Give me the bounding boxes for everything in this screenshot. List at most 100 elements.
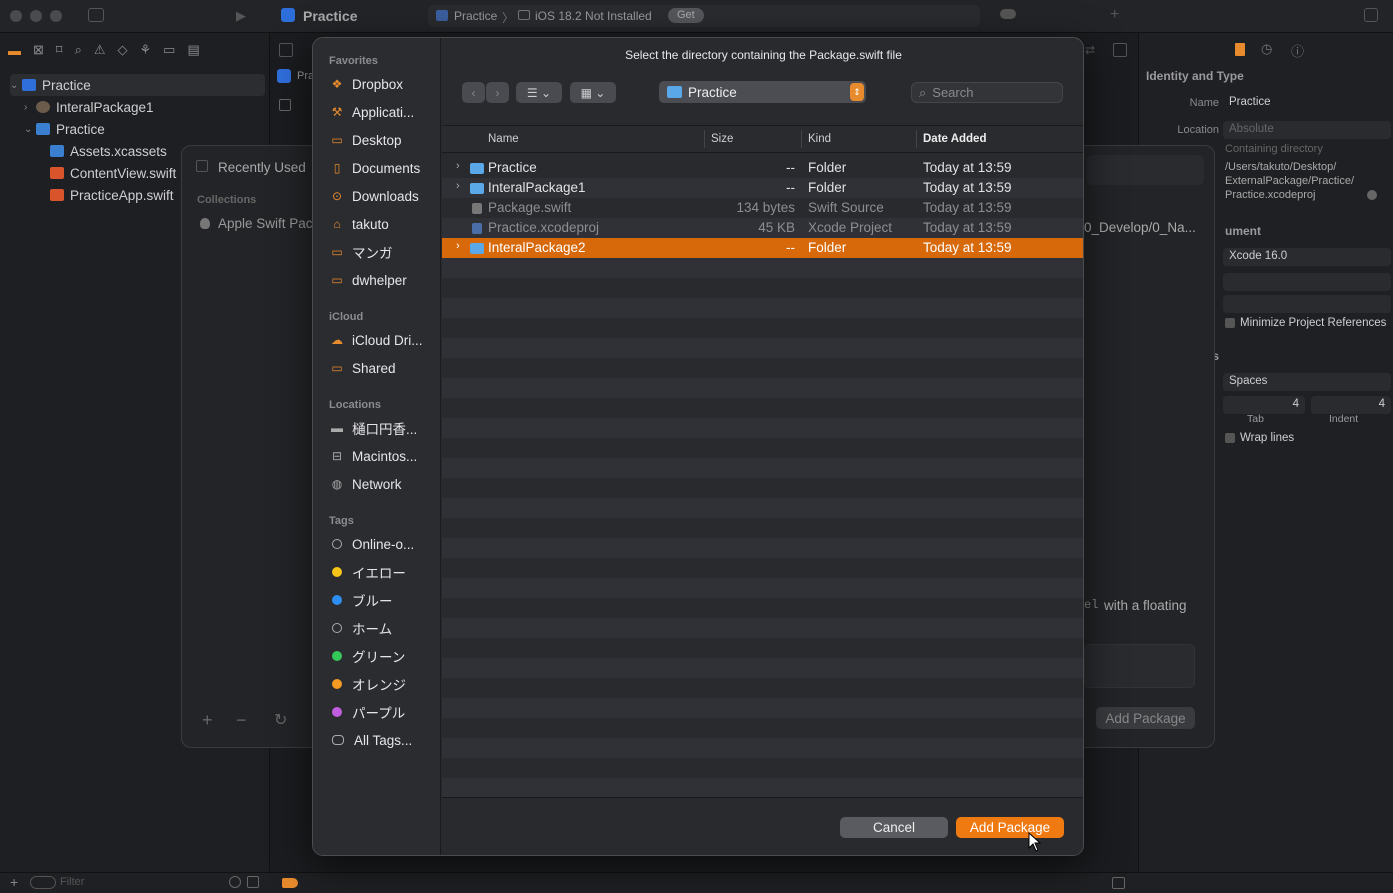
sidebar-tag-green[interactable]: グリーン	[329, 646, 439, 666]
sheet-search[interactable]	[1087, 155, 1204, 185]
sidebar-item-drive[interactable]: ▬ 樋口円香...	[329, 418, 439, 438]
destination-label[interactable]: iOS 18.2 Not Installed	[535, 9, 652, 23]
sidebar-tag-orange[interactable]: オレンジ	[329, 674, 439, 694]
zoom-window-button[interactable]	[50, 10, 62, 22]
sidebar-item-shared[interactable]: ▭ Shared	[329, 358, 439, 378]
file-inspector-icon[interactable]	[1235, 43, 1245, 56]
indent-width-field[interactable]: 4	[1311, 396, 1391, 414]
scheme-label[interactable]: Practice	[454, 9, 497, 23]
chevron-right-icon[interactable]: ›	[456, 240, 460, 252]
wrap-checkbox[interactable]	[1225, 433, 1235, 443]
sidebar-item-manga[interactable]: ▭ マンガ	[329, 242, 439, 262]
list-view-button[interactable]: ☰ ⌄	[516, 82, 562, 103]
sidebar-item-downloads[interactable]: ⊙ Downloads	[329, 186, 439, 206]
chevron-right-icon[interactable]: ›	[456, 160, 460, 172]
source-control-icon[interactable]: ⊠	[33, 42, 44, 58]
sidebar-tag-all[interactable]: All Tags...	[329, 730, 439, 750]
search-icon[interactable]: ⌕	[75, 42, 82, 58]
sidebar-item-icloud-drive[interactable]: ☁ iCloud Dri...	[329, 330, 439, 350]
chevron-right-icon[interactable]: ›	[24, 102, 36, 113]
cancel-button[interactable]: Cancel	[840, 817, 948, 838]
xcode-version-select[interactable]: Xcode 16.0	[1223, 248, 1391, 266]
tab-width-field[interactable]: 4	[1223, 396, 1305, 414]
sidebar-item-desktop[interactable]: ▭ Desktop	[329, 130, 439, 150]
refresh-icon[interactable]: ↻	[274, 710, 287, 730]
chevron-down-icon[interactable]: ⌄	[24, 124, 36, 135]
grid-icon[interactable]	[279, 43, 293, 57]
sidebar-item-documents[interactable]: ▯ Documents	[329, 158, 439, 178]
sidebar-tag-online[interactable]: Online-o...	[329, 534, 439, 554]
activity-view[interactable]: Practice 〉 iOS 18.2 Not Installed Get	[428, 5, 980, 27]
blank-field[interactable]	[1223, 295, 1391, 313]
chevron-down-icon[interactable]: ⌄	[10, 80, 22, 91]
sidebar-item-home[interactable]: ⌂ takuto	[329, 214, 439, 234]
column-size[interactable]: Size	[711, 133, 733, 145]
remove-icon[interactable]: −	[236, 710, 247, 731]
sidebar-item-applications[interactable]: ⚒ Applicati...	[329, 102, 439, 122]
add-package-button[interactable]: Add Package	[956, 817, 1064, 838]
sidebar-toggle-icon[interactable]	[279, 99, 291, 111]
tree-item-project[interactable]: ⌄ Practice	[10, 74, 265, 96]
file-row[interactable]: › InteralPackage1 -- Folder Today at 13:…	[442, 178, 1083, 198]
get-button[interactable]: Get	[668, 8, 704, 23]
sidebar-tag-blue[interactable]: ブルー	[329, 590, 439, 610]
name-field[interactable]: Practice	[1223, 94, 1391, 112]
search-input[interactable]	[932, 85, 1043, 100]
folder-icon[interactable]: ▬	[8, 43, 21, 58]
minimize-checkbox[interactable]	[1225, 318, 1235, 328]
help-icon[interactable]: ⓘ	[1291, 41, 1304, 60]
bookmark-icon[interactable]: ⌑	[56, 42, 63, 58]
sheet-add-package-button[interactable]: Add Package	[1096, 707, 1195, 729]
path-popup[interactable]: Practice ⇕	[659, 81, 866, 103]
split-icon[interactable]: ⇄	[1085, 43, 1099, 57]
filter-icon[interactable]	[30, 876, 56, 889]
chevron-right-icon[interactable]: ›	[456, 180, 460, 192]
add-icon[interactable]: +	[202, 710, 213, 731]
empty-row	[442, 378, 1083, 398]
sidebar-item-network[interactable]: ◍ Network	[329, 474, 439, 494]
debug-icon[interactable]: ⚘	[140, 42, 152, 58]
file-row[interactable]: › Practice -- Folder Today at 13:59	[442, 158, 1083, 178]
run-icon[interactable]: ▶	[236, 8, 246, 24]
tree-item-package[interactable]: › InteralPackage1	[24, 96, 279, 118]
report-icon[interactable]: ▤	[187, 42, 199, 58]
sidebar-item-label: マンガ	[352, 246, 393, 261]
test-icon[interactable]: ◇	[118, 42, 128, 58]
tree-item-folder[interactable]: ⌄ Practice	[24, 118, 279, 140]
search-field[interactable]: ⌕	[911, 82, 1063, 103]
location-select[interactable]: Absolute	[1223, 121, 1391, 139]
sidebar-toggle-icon[interactable]	[88, 8, 104, 22]
add-icon[interactable]: +	[1110, 6, 1119, 24]
back-button[interactable]: ‹	[462, 82, 485, 103]
recent-icon[interactable]	[229, 876, 241, 888]
history-icon[interactable]: ◷	[1261, 41, 1272, 57]
warning-icon[interactable]: ⚠	[94, 42, 106, 58]
column-date-added[interactable]: Date Added	[923, 133, 986, 145]
recently-used-item[interactable]: Recently Used	[218, 160, 306, 175]
sidebar-tag-yellow[interactable]: イエロー	[329, 562, 439, 582]
sidebar-tag-home[interactable]: ホーム	[329, 618, 439, 638]
add-icon[interactable]: +	[10, 874, 18, 890]
breakpoint-icon[interactable]: ▭	[163, 42, 175, 58]
indent-using-select[interactable]: Spaces	[1223, 373, 1391, 391]
inspector-toggle-icon[interactable]	[1364, 8, 1378, 22]
console-icon[interactable]	[1112, 877, 1125, 889]
sidebar-item-dwhelper[interactable]: ▭ dwhelper	[329, 270, 439, 290]
blank-field[interactable]	[1223, 273, 1391, 291]
close-window-button[interactable]	[10, 10, 22, 22]
minimize-window-button[interactable]	[30, 10, 42, 22]
reveal-icon[interactable]	[1367, 190, 1377, 200]
apple-packages-item[interactable]: Apple Swift Pac	[218, 216, 313, 231]
scm-icon[interactable]	[247, 876, 259, 888]
column-name[interactable]: Name	[488, 133, 519, 145]
add-editor-icon[interactable]	[1113, 43, 1127, 57]
sidebar-tag-purple[interactable]: パープル	[329, 702, 439, 722]
column-kind[interactable]: Kind	[808, 133, 831, 145]
sidebar-item-macintosh[interactable]: ⊟ Macintos...	[329, 446, 439, 466]
filter-placeholder[interactable]: Filter	[60, 876, 84, 888]
group-view-button[interactable]: ▦ ⌄	[570, 82, 616, 103]
forward-button[interactable]: ›	[486, 82, 509, 103]
file-row-selected[interactable]: › InteralPackage2 -- Folder Today at 13:…	[442, 238, 1083, 258]
sidebar-item-dropbox[interactable]: ❖ Dropbox	[329, 74, 439, 94]
file-name: InteralPackage1	[488, 180, 586, 195]
